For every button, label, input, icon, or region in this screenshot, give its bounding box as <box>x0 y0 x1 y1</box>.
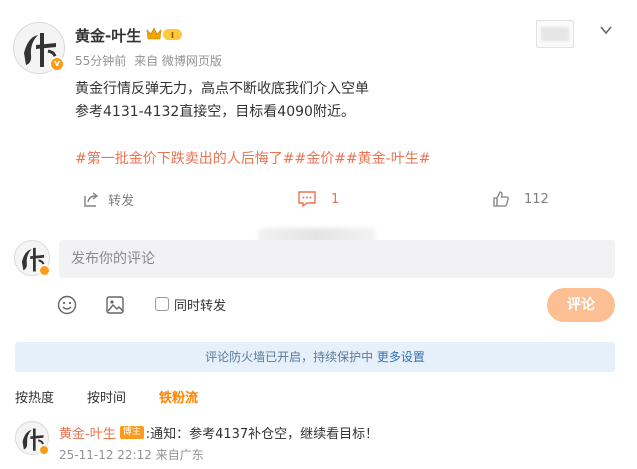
vip-crown-icon[interactable]: I <box>146 26 184 42</box>
verified-badge-icon <box>38 264 51 277</box>
post-hashtags[interactable]: #第一批金价下跌卖出的人后悔了##金价##黄金-叶生# <box>75 149 430 169</box>
chevron-down-icon[interactable] <box>598 22 614 38</box>
tab-iron-fans[interactable]: 铁粉流 <box>159 387 198 406</box>
repost-checkbox[interactable] <box>155 297 169 311</box>
comment-item: 黄金-叶生 博主 :通知：参考4137补仓空，继续看目标！ <box>59 423 378 442</box>
like-count: 112 <box>524 191 549 207</box>
post-source: 来自 微博网页版 <box>134 54 222 68</box>
post-content-line: 参考4131-4132直接空，目标看4090附近。 <box>75 104 355 120</box>
comment-button[interactable]: 1 <box>297 190 339 208</box>
post-content-line: 黄金行情反弹无力，高点不断收底我们介入空单 <box>75 81 369 97</box>
post-meta: 55分钟前 来自 微博网页版 <box>75 52 226 69</box>
like-button[interactable]: 112 <box>492 190 549 208</box>
comment-count: 1 <box>331 191 340 207</box>
tab-by-time[interactable]: 按时间 <box>87 387 126 406</box>
follow-button[interactable] <box>536 20 574 48</box>
emoji-icon[interactable] <box>56 294 78 316</box>
repost-label[interactable]: 同时转发 <box>174 295 226 314</box>
verified-badge-icon: v <box>49 56 65 72</box>
share-label: 转发 <box>108 194 135 209</box>
share-button[interactable]: 转发 <box>82 190 134 209</box>
verified-badge-icon <box>38 444 50 456</box>
comment-input[interactable] <box>59 240 615 278</box>
post-content: 黄金行情反弹无力，高点不断收底我们介入空单 参考4131-4132直接空，目标看… <box>75 78 369 124</box>
comment-location: 来自广东 <box>155 448 204 462</box>
comment-time: 25-11-12 22:12 <box>59 448 152 462</box>
svg-text:I: I <box>171 31 174 40</box>
like-icon <box>493 191 509 207</box>
tab-by-heat[interactable]: 按热度 <box>15 387 54 406</box>
notice-text: 评论防火墙已开启，持续保护中 <box>205 350 374 364</box>
submit-comment-button[interactable]: 评论 <box>547 288 615 322</box>
more-settings-link[interactable]: 更多设置 <box>377 350 425 364</box>
comment-meta: 25-11-12 22:12 来自广东 <box>59 446 204 463</box>
author-badge: 博主 <box>119 426 144 439</box>
comment-text: :通知：参考4137补仓空，继续看目标！ <box>145 427 379 442</box>
post-time[interactable]: 55分钟前 <box>75 54 126 68</box>
post-author-name[interactable]: 黄金-叶生 <box>75 25 141 46</box>
comment-icon <box>298 191 316 208</box>
share-icon <box>84 191 99 207</box>
image-icon[interactable] <box>104 294 126 316</box>
comment-firewall-notice: 评论防火墙已开启，持续保护中 更多设置 <box>15 342 615 372</box>
comment-author-name[interactable]: 黄金-叶生 <box>59 423 116 442</box>
